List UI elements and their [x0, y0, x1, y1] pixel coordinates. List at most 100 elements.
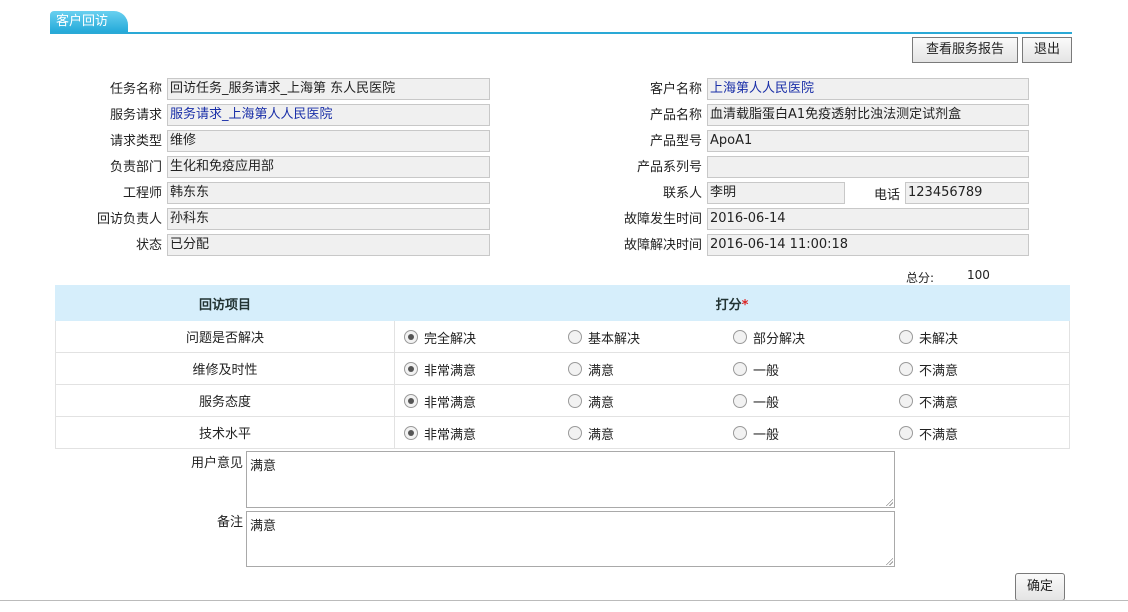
user-feedback-text: 满意	[250, 459, 277, 474]
radio-button-icon[interactable]	[404, 394, 418, 408]
radio-button-icon[interactable]	[568, 426, 582, 440]
left-field-value[interactable]: 韩东东	[167, 182, 490, 204]
rating-option[interactable]: 非常满意	[404, 360, 476, 379]
product-name-label: 产品名称	[649, 108, 702, 123]
radio-button-icon[interactable]	[404, 330, 418, 344]
resolve-time-label: 故障解决时间	[623, 238, 702, 253]
tab-customer-visit[interactable]: 客户回访	[50, 11, 129, 33]
rating-option[interactable]: 非常满意	[404, 424, 476, 443]
total-score-value: 100	[967, 268, 990, 282]
left-field-value[interactable]: 孙科东	[167, 208, 490, 230]
radio-button-icon[interactable]	[404, 426, 418, 440]
rating-option[interactable]: 非常满意	[404, 392, 476, 411]
rating-option[interactable]: 不满意	[899, 392, 958, 411]
view-service-report-button[interactable]: 查看服务报告	[912, 37, 1018, 63]
fault-time-label: 故障发生时间	[623, 212, 702, 227]
rating-option[interactable]: 部分解决	[733, 328, 805, 347]
radio-button-icon[interactable]	[899, 330, 913, 344]
rating-option-label: 一般	[753, 364, 780, 379]
user-feedback-textarea[interactable]: 满意	[246, 451, 895, 508]
radio-button-icon[interactable]	[733, 330, 747, 344]
rating-options: 非常满意 满意 一般 不满意	[396, 354, 1068, 383]
left-field-label: 回访负责人	[96, 212, 162, 227]
rating-options: 非常满意 满意 一般 不满意	[396, 418, 1068, 447]
radio-button-icon[interactable]	[733, 362, 747, 376]
rating-row: 技术水平 非常满意 满意 一般 不满意	[55, 416, 1070, 449]
product-serial-field[interactable]	[707, 156, 1029, 178]
radio-button-icon[interactable]	[568, 362, 582, 376]
product-model-field[interactable]: ApoA1	[707, 130, 1029, 152]
rating-option-label: 非常满意	[424, 428, 477, 443]
rating-option-label: 满意	[588, 364, 615, 379]
radio-button-icon[interactable]	[899, 426, 913, 440]
radio-button-icon[interactable]	[404, 362, 418, 376]
rating-options-cell: 非常满意 满意 一般 不满意	[394, 416, 1070, 449]
radio-button-icon[interactable]	[733, 426, 747, 440]
radio-button-icon[interactable]	[568, 330, 582, 344]
rating-row: 问题是否解决 完全解决 基本解决 部分解决 未解决	[55, 320, 1070, 353]
rating-header-score: 打分*	[394, 285, 1070, 321]
rating-options-cell: 非常满意 满意 一般 不满意	[394, 352, 1070, 385]
left-field-value[interactable]: 生化和免疫应用部	[167, 156, 490, 178]
product-serial-label: 产品系列号	[636, 160, 702, 175]
rating-option-label: 不满意	[919, 428, 959, 443]
rating-option[interactable]: 一般	[733, 360, 779, 379]
rating-option[interactable]: 一般	[733, 424, 779, 443]
exit-button[interactable]: 退出	[1022, 37, 1072, 63]
radio-button-icon[interactable]	[733, 394, 747, 408]
fault-time-field[interactable]: 2016-06-14	[707, 208, 1029, 230]
rating-option[interactable]: 满意	[568, 360, 614, 379]
rating-option[interactable]: 完全解决	[404, 328, 476, 347]
customer-name-field[interactable]: 上海第人人民医院	[707, 78, 1029, 100]
confirm-button[interactable]: 确定	[1015, 573, 1065, 601]
left-field-label: 任务名称	[109, 82, 162, 97]
required-mark: *	[741, 297, 749, 313]
rating-option-label: 非常满意	[424, 364, 477, 379]
customer-name-label: 客户名称	[649, 82, 702, 97]
radio-button-icon[interactable]	[899, 394, 913, 408]
radio-button-icon[interactable]	[899, 362, 913, 376]
phone-field[interactable]: 123456789	[905, 182, 1029, 204]
rating-option-label: 非常满意	[424, 396, 477, 411]
rating-option[interactable]: 不满意	[899, 360, 958, 379]
left-field-value[interactable]: 维修	[167, 130, 490, 152]
left-field-label: 状态	[135, 238, 162, 253]
tab-bar: 客户回访	[0, 0, 1128, 34]
resolve-time-field[interactable]: 2016-06-14 11:00:18	[707, 234, 1029, 256]
rating-item-label: 服务态度	[55, 384, 395, 417]
resize-grip-icon[interactable]	[885, 498, 893, 506]
user-feedback-label: 用户意见	[190, 456, 243, 471]
rating-option-label: 满意	[588, 396, 615, 411]
rating-options-cell: 非常满意 满意 一般 不满意	[394, 384, 1070, 417]
rating-option[interactable]: 不满意	[899, 424, 958, 443]
rating-item-label: 维修及时性	[55, 352, 395, 385]
page-bottom-divider	[0, 600, 1128, 601]
rating-item-label: 技术水平	[55, 416, 395, 449]
radio-button-icon[interactable]	[568, 394, 582, 408]
remark-text: 满意	[250, 519, 277, 534]
product-model-label: 产品型号	[649, 134, 702, 149]
rating-option-label: 部分解决	[753, 332, 806, 347]
rating-option[interactable]: 未解决	[899, 328, 958, 347]
rating-row: 服务态度 非常满意 满意 一般 不满意	[55, 384, 1070, 417]
left-field-label: 负责部门	[109, 160, 162, 175]
rating-option[interactable]: 满意	[568, 424, 614, 443]
rating-option-label: 基本解决	[588, 332, 641, 347]
left-field-value[interactable]: 已分配	[167, 234, 490, 256]
remark-textarea[interactable]: 满意	[246, 511, 895, 567]
remark-label: 备注	[216, 515, 243, 530]
left-field-label: 服务请求	[109, 108, 162, 123]
left-field-value[interactable]: 服务请求_上海第人人民医院	[167, 104, 490, 126]
total-score-label: 总分:	[906, 271, 935, 285]
rating-row: 维修及时性 非常满意 满意 一般 不满意	[55, 352, 1070, 385]
product-name-field[interactable]: 血清载脂蛋白A1免疫透射比浊法测定试剂盒	[707, 104, 1029, 126]
resize-grip-icon[interactable]	[885, 557, 893, 565]
left-field-value[interactable]: 回访任务_服务请求_上海第 东人民医院	[167, 78, 490, 100]
rating-option-label: 一般	[753, 396, 780, 411]
rating-header-item: 回访项目	[55, 285, 395, 321]
rating-option[interactable]: 一般	[733, 392, 779, 411]
rating-option[interactable]: 满意	[568, 392, 614, 411]
rating-option-label: 一般	[753, 428, 780, 443]
tab-underline	[50, 32, 1072, 34]
rating-option[interactable]: 基本解决	[568, 328, 640, 347]
